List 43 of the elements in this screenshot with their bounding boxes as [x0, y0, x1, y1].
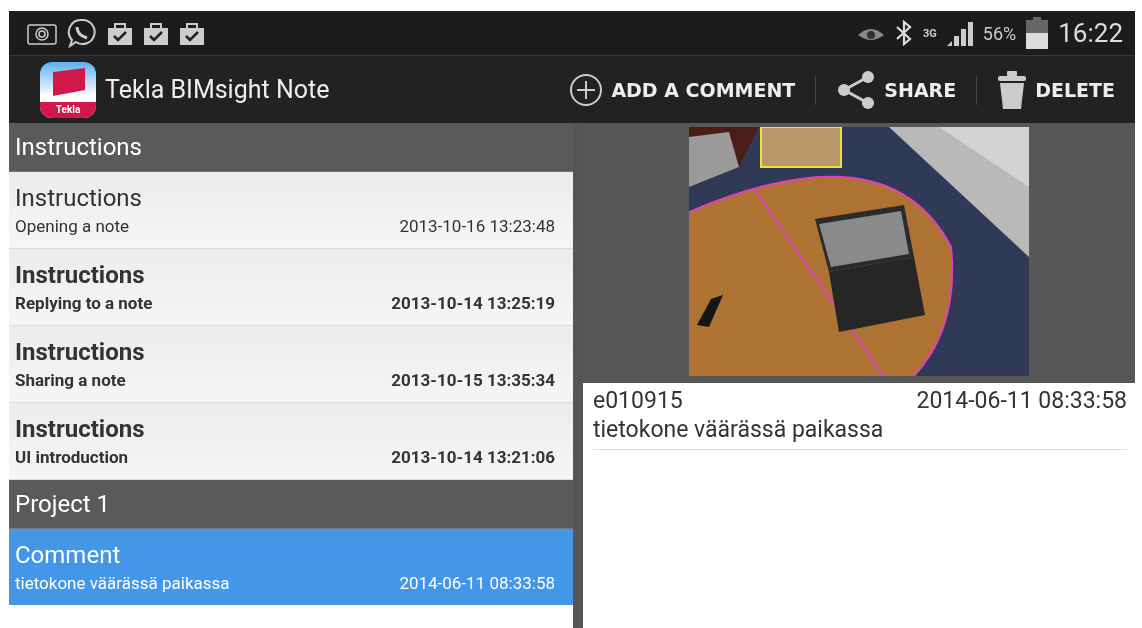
clock-time: 16:22 — [1058, 18, 1123, 48]
section-header: Instructions — [9, 123, 573, 172]
app-title: Tekla BIMsight Note — [105, 75, 330, 104]
bluetooth-icon — [895, 20, 913, 46]
chat-icon — [67, 18, 97, 48]
trash-icon — [997, 69, 1028, 110]
note-subtitle: Replying to a note — [15, 293, 153, 313]
note-item[interactable]: Instructions Replying to a note 2013-10-14 13:25:19 — [9, 249, 573, 326]
battery-percent: 56% — [982, 22, 1017, 44]
comment-date: 2014-06-11 08:33:58 — [916, 387, 1127, 414]
battery-icon — [1026, 17, 1049, 49]
camera-icon — [27, 21, 57, 45]
note-title: Comment — [15, 541, 122, 569]
signal-icon — [946, 20, 973, 46]
note-date: 2014-06-11 08:33:58 — [399, 573, 555, 593]
note-date: 2013-10-14 13:21:06 — [391, 447, 555, 467]
comment-author: e010915 — [593, 387, 683, 414]
note-date: 2013-10-14 13:25:19 — [391, 293, 555, 313]
note-subtitle: Sharing a note — [15, 370, 126, 390]
note-item[interactable]: Instructions UI introduction 2013-10-14 13:21:06 — [9, 403, 573, 480]
delete-button[interactable]: DELETE — [987, 65, 1125, 114]
note-date: 2013-10-16 13:23:48 — [399, 216, 555, 236]
add-icon — [569, 72, 604, 107]
note-title: Instructions — [15, 184, 143, 212]
shopping-bag-icon — [107, 20, 133, 46]
note-item[interactable]: Instructions Opening a note 2013-10-16 13:23:48 — [9, 172, 573, 249]
note-title: Instructions — [15, 338, 146, 366]
comment-text: tietokone väärässä paikassa — [593, 414, 1127, 450]
app-logo: Tekla — [40, 61, 96, 118]
note-title: Instructions — [15, 261, 146, 289]
note-subtitle: tietokone väärässä paikassa — [15, 573, 230, 593]
section-header: Project 1 — [9, 480, 573, 529]
note-subtitle: UI introduction — [15, 447, 129, 467]
note-date: 2013-10-15 13:35:34 — [391, 370, 555, 390]
add-button[interactable]: ADD A COMMENT — [559, 65, 806, 114]
shopping-bag-icon — [179, 20, 205, 46]
note-subtitle: Opening a note — [15, 216, 130, 236]
note-item[interactable]: Instructions Sharing a note 2013-10-15 13:35:34 — [9, 326, 573, 403]
share-icon — [836, 69, 877, 110]
shopping-bag-icon — [143, 20, 169, 46]
network-type: 3G — [923, 26, 937, 40]
note-title: Instructions — [15, 415, 146, 443]
share-button[interactable]: SHARE — [826, 65, 967, 114]
